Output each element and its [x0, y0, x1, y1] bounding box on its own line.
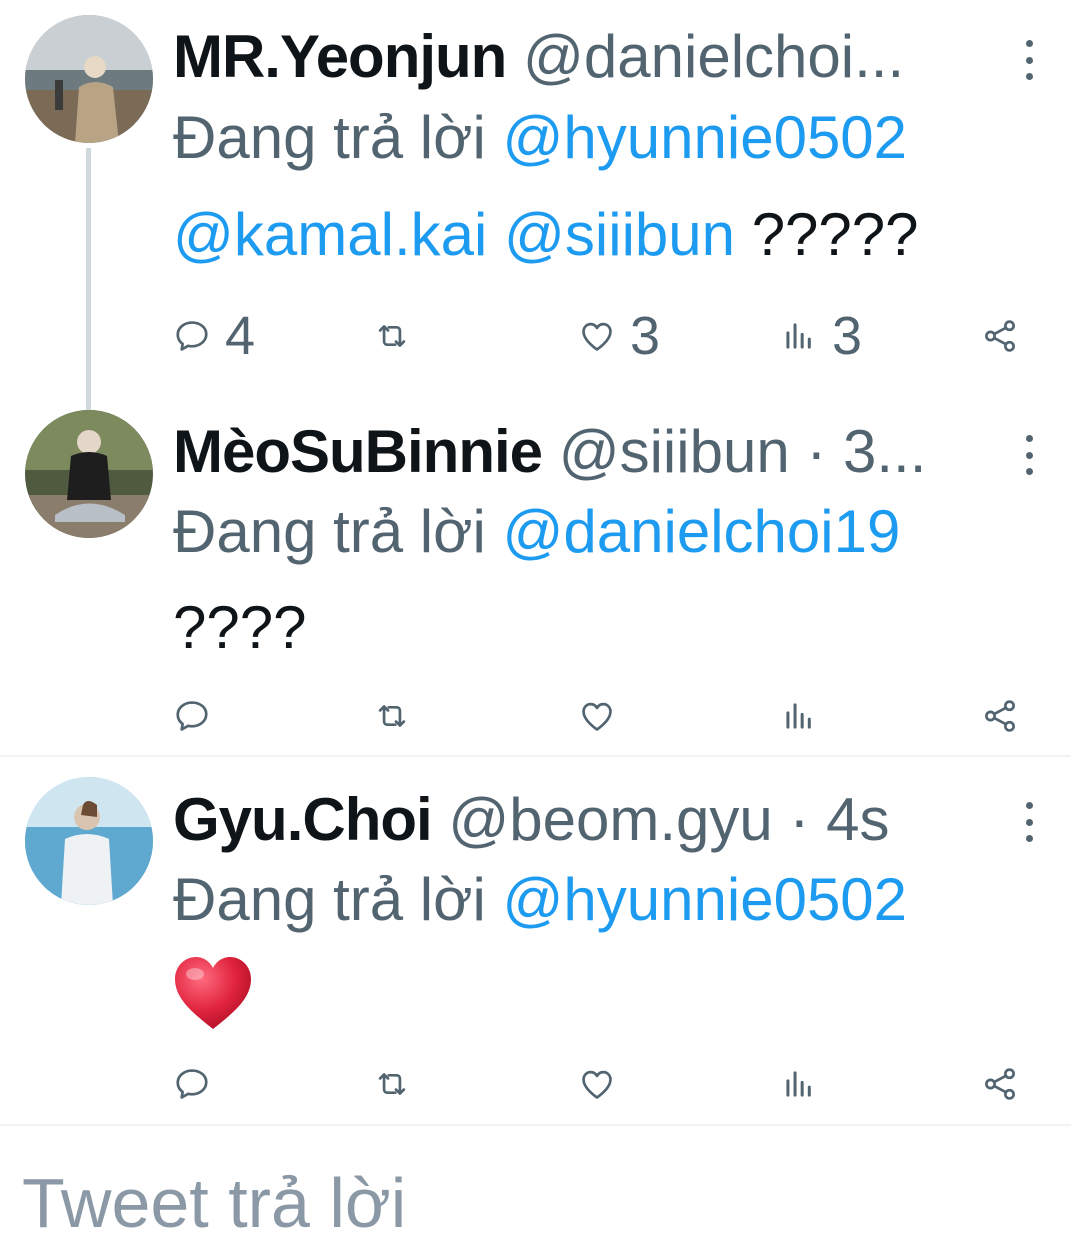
thread-line [86, 148, 91, 410]
user-handle[interactable]: @siiibun · 3... [559, 418, 927, 485]
replying-label: Đang trả lời [173, 866, 486, 933]
more-icon[interactable] [1017, 802, 1041, 842]
reply-compose-input[interactable]: Tweet trả lời [22, 1160, 406, 1246]
reply-icon [176, 701, 208, 731]
tweet-actions [173, 686, 1033, 746]
avatar[interactable] [25, 15, 153, 143]
reply-button[interactable] [173, 1054, 211, 1114]
user-handle[interactable]: @danielchoi... [523, 23, 904, 90]
share-icon [985, 320, 1015, 352]
like-count: 3 [630, 306, 661, 366]
avatar[interactable] [25, 410, 153, 538]
tweet-text [173, 955, 253, 1046]
tweet-header: Gyu.Choi @beom.gyu · 4s [173, 785, 991, 855]
replying-to: Đang trả lời @hyunnie0502 [173, 865, 907, 935]
views-button[interactable]: 3 [780, 306, 862, 366]
reply-button[interactable] [173, 686, 211, 746]
retweet-icon [378, 705, 406, 727]
replying-to: Đang trả lời @danielchoi19 [173, 497, 900, 567]
display-name[interactable]: MèoSuBinnie [173, 418, 543, 485]
reply-button[interactable]: 4 [173, 306, 255, 366]
share-button[interactable] [981, 686, 1019, 746]
retweet-button[interactable] [373, 686, 411, 746]
like-icon [582, 702, 612, 731]
avatar[interactable] [25, 777, 153, 905]
like-icon [582, 322, 612, 351]
replying-label: Đang trả lời [173, 104, 486, 171]
retweet-button[interactable] [373, 306, 411, 366]
replying-label: Đang trả lời [173, 498, 486, 565]
views-button[interactable] [780, 686, 818, 746]
like-button[interactable] [578, 1054, 616, 1114]
tweet-actions: 4 3 3 [173, 306, 1033, 366]
retweet-icon [378, 325, 406, 347]
views-button[interactable] [780, 1054, 818, 1114]
like-button[interactable] [578, 686, 616, 746]
view-count: 3 [832, 306, 863, 366]
more-icon[interactable] [1017, 40, 1041, 80]
reply-icon [176, 321, 208, 351]
user-handle[interactable]: @beom.gyu · 4s [448, 786, 889, 853]
mention-link[interactable]: @kamal.kai [173, 201, 487, 268]
tweet-header: MèoSuBinnie @siiibun · 3... [173, 417, 991, 487]
divider [0, 1124, 1071, 1126]
share-icon [985, 700, 1015, 732]
more-icon[interactable] [1017, 435, 1041, 475]
mention-link[interactable]: @danielchoi19 [502, 498, 900, 565]
reply-count: 4 [225, 306, 256, 366]
mention-link[interactable]: @hyunnie0502 [502, 866, 907, 933]
heart-emoji [175, 957, 251, 1029]
like-icon [582, 1070, 612, 1099]
retweet-icon [378, 1073, 406, 1095]
views-icon [786, 703, 811, 729]
share-button[interactable] [981, 1054, 1019, 1114]
tweet-text: ???? [173, 594, 307, 661]
reply-icon [176, 1069, 208, 1099]
tweet-header: MR.Yeonjun @danielchoi... [173, 22, 991, 92]
mention-link[interactable]: @hyunnie0502 [502, 104, 907, 171]
divider [0, 755, 1071, 757]
like-button[interactable]: 3 [578, 306, 660, 366]
tweet-text: ????? [751, 201, 919, 268]
views-icon [786, 1071, 811, 1097]
share-icon [985, 1068, 1015, 1100]
share-button[interactable] [981, 306, 1019, 366]
retweet-button[interactable] [373, 1054, 411, 1114]
replying-to: Đang trả lời @hyunnie0502 [173, 103, 907, 173]
display-name[interactable]: Gyu.Choi [173, 786, 433, 853]
mention-line: @kamal.kai @siiibun ????? [173, 200, 919, 270]
tweet-actions [173, 1054, 1033, 1114]
mention-link[interactable]: @siiibun [504, 201, 735, 268]
display-name[interactable]: MR.Yeonjun [173, 23, 507, 90]
views-icon [786, 323, 811, 349]
